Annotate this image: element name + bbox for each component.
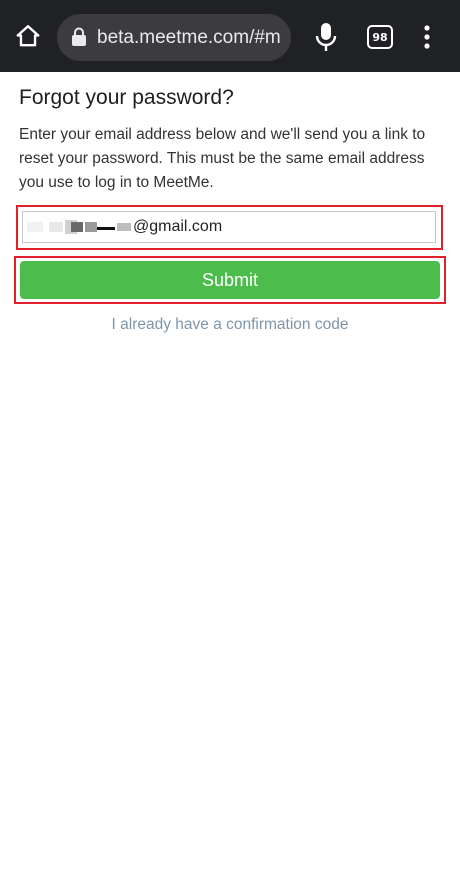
redacted-email-username [27,219,131,235]
page-title: Forgot your password? [19,86,234,109]
submit-button-highlight: Submit [14,256,446,304]
voice-search-button[interactable] [312,22,340,52]
home-button[interactable] [12,20,44,52]
address-bar[interactable]: beta.meetme.com/#m [57,14,291,61]
url-text: beta.meetme.com/#m [97,27,281,48]
email-value: @gmail.com [133,218,223,235]
tab-count: 98 [372,30,388,44]
email-input[interactable]: @gmail.com [22,211,436,243]
lock-icon [72,27,86,46]
instructions-text: Enter your email address below and we'll… [19,126,426,191]
email-field-highlight: @gmail.com [16,205,443,250]
tab-switcher-button[interactable]: 98 [367,25,393,49]
browser-menu-button[interactable] [418,24,436,50]
browser-toolbar: beta.meetme.com/#m 98 [0,0,460,72]
more-vertical-icon [424,25,430,49]
home-icon [16,25,40,47]
confirmation-code-link[interactable]: I already have a confirmation code [0,314,460,336]
submit-button[interactable]: Submit [20,261,440,299]
microphone-icon [315,23,337,51]
